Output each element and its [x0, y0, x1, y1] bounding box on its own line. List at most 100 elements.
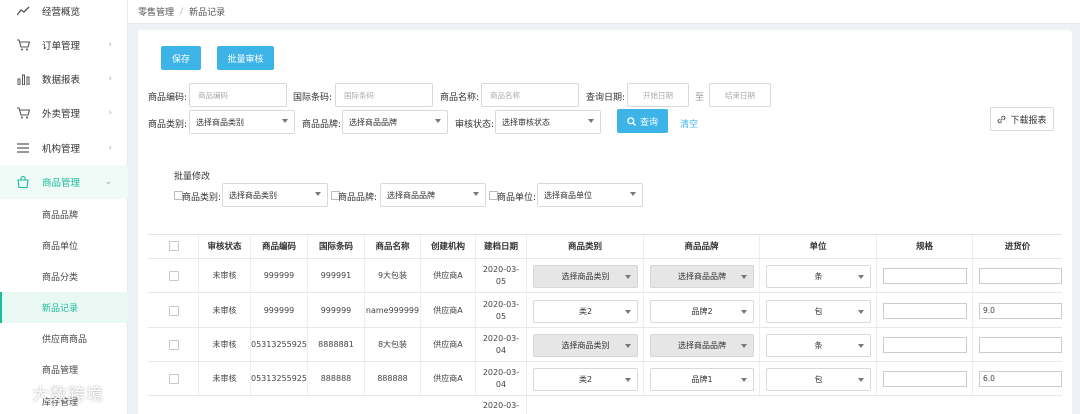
- row-checkbox[interactable]: [169, 374, 179, 384]
- header-category[interactable]: 商品类别: [527, 235, 644, 258]
- price-cell: [973, 259, 1062, 292]
- row-brand-select[interactable]: 品牌2: [650, 300, 754, 323]
- sidebar-item-label: 机构管理: [42, 144, 81, 155]
- row-spec-input[interactable]: [883, 371, 967, 387]
- header-brand[interactable]: 商品品牌: [644, 235, 760, 258]
- price-cell: [973, 328, 1062, 361]
- price-cell: 6.0: [973, 362, 1062, 395]
- end-date-input[interactable]: 结束日期: [709, 83, 771, 107]
- bar-chart-icon: [16, 72, 30, 86]
- row-checkbox[interactable]: [169, 271, 179, 281]
- unit-cell: 包: [760, 362, 877, 395]
- row-category-select[interactable]: 选择商品类别: [533, 334, 638, 357]
- row-spec-input[interactable]: [883, 303, 967, 319]
- header-price[interactable]: 进货价: [973, 235, 1062, 258]
- row-category-select[interactable]: 类2: [533, 300, 638, 323]
- row-unit-select[interactable]: 条: [766, 334, 871, 357]
- row-checkbox[interactable]: [169, 340, 179, 350]
- row-brand-select[interactable]: 选择商品品牌: [650, 265, 754, 288]
- row-select-cell: [148, 328, 199, 361]
- sidebar-item-products[interactable]: 商品管理 ⌄: [0, 165, 128, 199]
- row-unit-select[interactable]: 包: [766, 368, 871, 391]
- sidebar-item-reports[interactable]: 数据报表 ›: [0, 62, 128, 96]
- sidebar-subitem-new-products[interactable]: 新品记录: [0, 292, 128, 323]
- product-code-input[interactable]: 商品编码: [189, 83, 287, 107]
- start-date-input[interactable]: 开始日期: [627, 83, 689, 107]
- header-date[interactable]: 建档日期: [476, 235, 527, 258]
- date-cell: 2020-03-04: [476, 328, 527, 361]
- breadcrumb: 零售管理 / 新品记录: [128, 0, 1080, 24]
- caret-down-icon: [435, 119, 441, 123]
- sidebar-subitem-supplier-products[interactable]: 供应商商品: [0, 323, 128, 354]
- brand-cell: 选择商品品牌: [644, 259, 760, 292]
- sidebar-subitem-brand[interactable]: 商品品牌: [0, 199, 128, 230]
- caret-down-icon: [315, 192, 321, 196]
- row-brand-select[interactable]: 品牌1: [650, 368, 754, 391]
- row-brand-select[interactable]: 选择商品品牌: [650, 334, 754, 357]
- unit-cell: 条: [760, 328, 877, 361]
- header-status[interactable]: 审核状态: [199, 235, 251, 258]
- row-price-input[interactable]: [979, 337, 1062, 353]
- batch-brand-select[interactable]: 选择商品品牌: [380, 183, 486, 207]
- row-price-input[interactable]: 6.0: [979, 371, 1062, 387]
- select-all-checkbox[interactable]: [169, 241, 179, 251]
- sidebar-item-organization[interactable]: 机构管理 ›: [0, 131, 128, 165]
- row-category-select[interactable]: 选择商品类别: [533, 265, 638, 288]
- download-report-label: 下载报表: [1010, 115, 1047, 126]
- brand-select[interactable]: 选择商品品牌: [342, 110, 448, 134]
- sidebar-item-overview[interactable]: 经营概览: [0, 0, 128, 28]
- brand-cell: 选择商品品牌: [644, 328, 760, 361]
- chevron-down-icon: ⌄: [104, 177, 112, 187]
- trend-line-icon: [16, 4, 30, 18]
- code-cell: 05313255925: [251, 362, 308, 395]
- caret-down-icon: [588, 119, 594, 123]
- row-spec-input[interactable]: [883, 337, 967, 353]
- row-checkbox[interactable]: [169, 306, 179, 316]
- caret-down-icon: [625, 378, 631, 382]
- row-category-select[interactable]: 类2: [533, 368, 638, 391]
- date-label: 查询日期:: [586, 93, 626, 103]
- header-barcode[interactable]: 国际条码: [308, 235, 365, 258]
- batch-brand-label: 商品品牌:: [338, 193, 378, 203]
- search-button[interactable]: 查询: [617, 109, 668, 133]
- code-cell: 05313255925: [251, 328, 308, 361]
- download-report-button[interactable]: 下载报表: [990, 107, 1054, 131]
- caret-down-icon: [858, 378, 864, 382]
- clear-link[interactable]: 清空: [680, 117, 698, 130]
- barcode-label: 国际条码:: [293, 93, 333, 103]
- search-icon: [627, 116, 636, 126]
- sidebar-subitem-unit[interactable]: 商品单位: [0, 230, 128, 261]
- brand-cell: 品牌2: [644, 294, 760, 327]
- product-name-input[interactable]: 商品名称: [481, 83, 579, 107]
- row-spec-input[interactable]: [883, 268, 967, 284]
- batch-review-button[interactable]: 批量审核: [217, 46, 274, 70]
- row-unit-select[interactable]: 条: [766, 265, 871, 288]
- row-price-input[interactable]: [979, 268, 1062, 284]
- header-code[interactable]: 商品编码: [251, 235, 308, 258]
- row-brand-value: 选择商品品牌: [678, 340, 726, 350]
- header-org[interactable]: 创建机构: [421, 235, 476, 258]
- caret-down-icon: [741, 310, 747, 314]
- sidebar-item-delivery[interactable]: 外卖管理 ›: [0, 96, 128, 130]
- header-name[interactable]: 商品名称: [365, 235, 421, 258]
- status-select[interactable]: 选择审核状态: [495, 110, 601, 134]
- status-cell: 未审核: [199, 328, 251, 361]
- row-category-value: 类2: [578, 374, 593, 384]
- sidebar-item-orders[interactable]: 订单管理 ›: [0, 28, 128, 62]
- price-cell: 9.0: [973, 294, 1062, 327]
- row-price-input[interactable]: 9.0: [979, 303, 1062, 319]
- table-row: 未审核 05313255925 888888 888888 供应商A 2020-03-04…: [148, 362, 1062, 396]
- sidebar-subitem-category[interactable]: 商品分类: [0, 261, 128, 292]
- caret-down-icon: [625, 344, 631, 348]
- header-spec[interactable]: 规格: [877, 235, 973, 258]
- batch-category-select[interactable]: 选择商品类别: [222, 183, 328, 207]
- header-unit[interactable]: 单位: [760, 235, 877, 258]
- row-unit-value: 包: [814, 306, 823, 316]
- breadcrumb-parent[interactable]: 零售管理: [138, 5, 174, 18]
- barcode-input[interactable]: 国际条码: [335, 83, 433, 107]
- row-unit-select[interactable]: 包: [766, 300, 871, 323]
- category-select[interactable]: 选择商品类别: [189, 110, 295, 134]
- caret-down-icon: [741, 275, 747, 279]
- save-button[interactable]: 保存: [161, 46, 201, 70]
- batch-unit-select[interactable]: 选择商品单位: [537, 183, 643, 207]
